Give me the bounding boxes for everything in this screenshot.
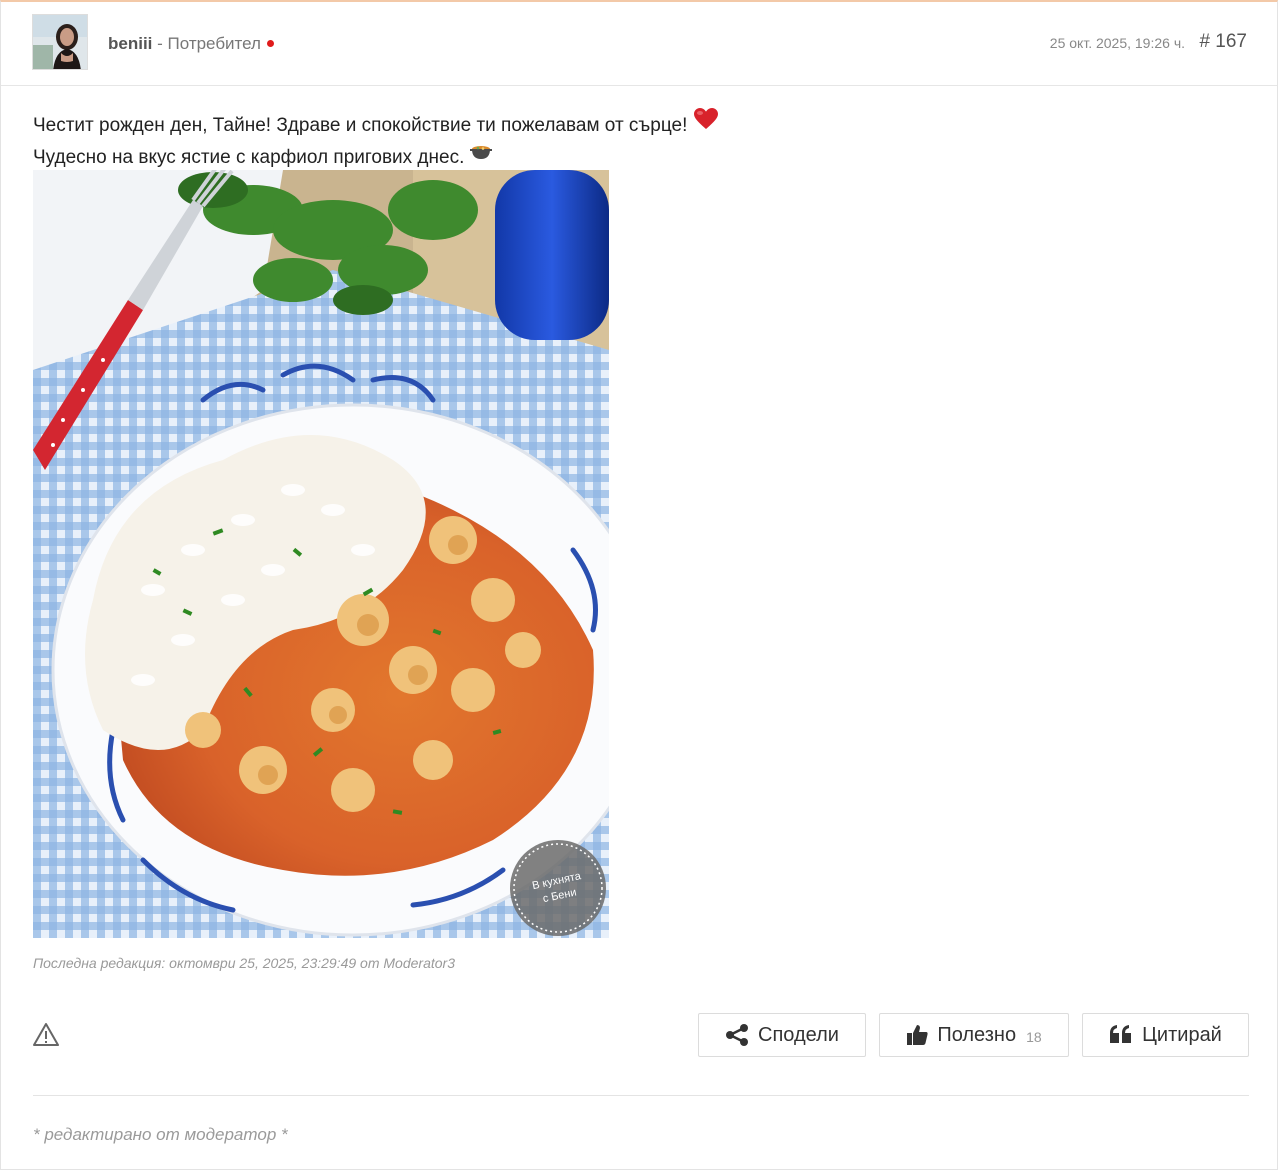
share-icon — [726, 1024, 749, 1046]
post-line-1-text: Честит рожден ден, Тайне! Здраве и споко… — [33, 115, 688, 137]
post-date: 25 окт. 2025, 19:26 ч. — [1049, 35, 1185, 51]
post-header: beniii - Потребител 25 окт. 2025, 19:26 … — [1, 2, 1277, 86]
heart-emoji — [693, 107, 719, 141]
moderator-note: * редактирано от модератор * — [33, 1125, 288, 1144]
footer-divider — [33, 1095, 1249, 1096]
author-line: beniii - Потребител — [108, 33, 274, 55]
name-separator: - — [152, 34, 168, 53]
useful-button[interactable]: Полезно 18 — [879, 1013, 1069, 1057]
useful-label: Полезно — [937, 1023, 1017, 1046]
thumbs-up-icon — [907, 1025, 928, 1045]
username[interactable]: beniii — [108, 34, 152, 53]
forum-post: beniii - Потребител 25 окт. 2025, 19:26 … — [0, 0, 1278, 1170]
avatar-image — [33, 15, 87, 69]
post-line-2: Чудесно на вкус ястие с карфиол пригових… — [33, 143, 719, 173]
share-button[interactable]: Сподели — [698, 1013, 866, 1057]
post-body: Честит рожден ден, Тайне! Здраве и споко… — [33, 107, 719, 173]
pot-of-food-emoji — [470, 141, 493, 171]
quote-label: Цитирай — [1142, 1023, 1222, 1046]
food-photo[interactable]: В кухнята с Бени — [33, 170, 609, 938]
watermark-stamp: В кухнята с Бени — [510, 840, 606, 936]
quote-icon — [1110, 1025, 1132, 1043]
online-status-dot — [266, 40, 274, 48]
avatar[interactable] — [32, 14, 88, 70]
last-edit-note: Последна редакция: октомври 25, 2025, 23… — [33, 955, 455, 971]
useful-count: 18 — [1026, 1029, 1042, 1045]
share-label: Сподели — [758, 1023, 839, 1046]
food-photo-illustration: В кухнята с Бени — [33, 170, 609, 938]
user-role: Потребител — [167, 34, 261, 53]
post-line-1: Честит рожден ден, Тайне! Здраве и споко… — [33, 107, 719, 143]
post-line-2-text: Чудесно на вкус ястие с карфиол пригових… — [33, 147, 465, 169]
quote-button[interactable]: Цитирай — [1082, 1013, 1249, 1057]
warning-triangle-icon[interactable] — [33, 1022, 59, 1048]
post-number-link[interactable]: # 167 — [1199, 31, 1247, 53]
